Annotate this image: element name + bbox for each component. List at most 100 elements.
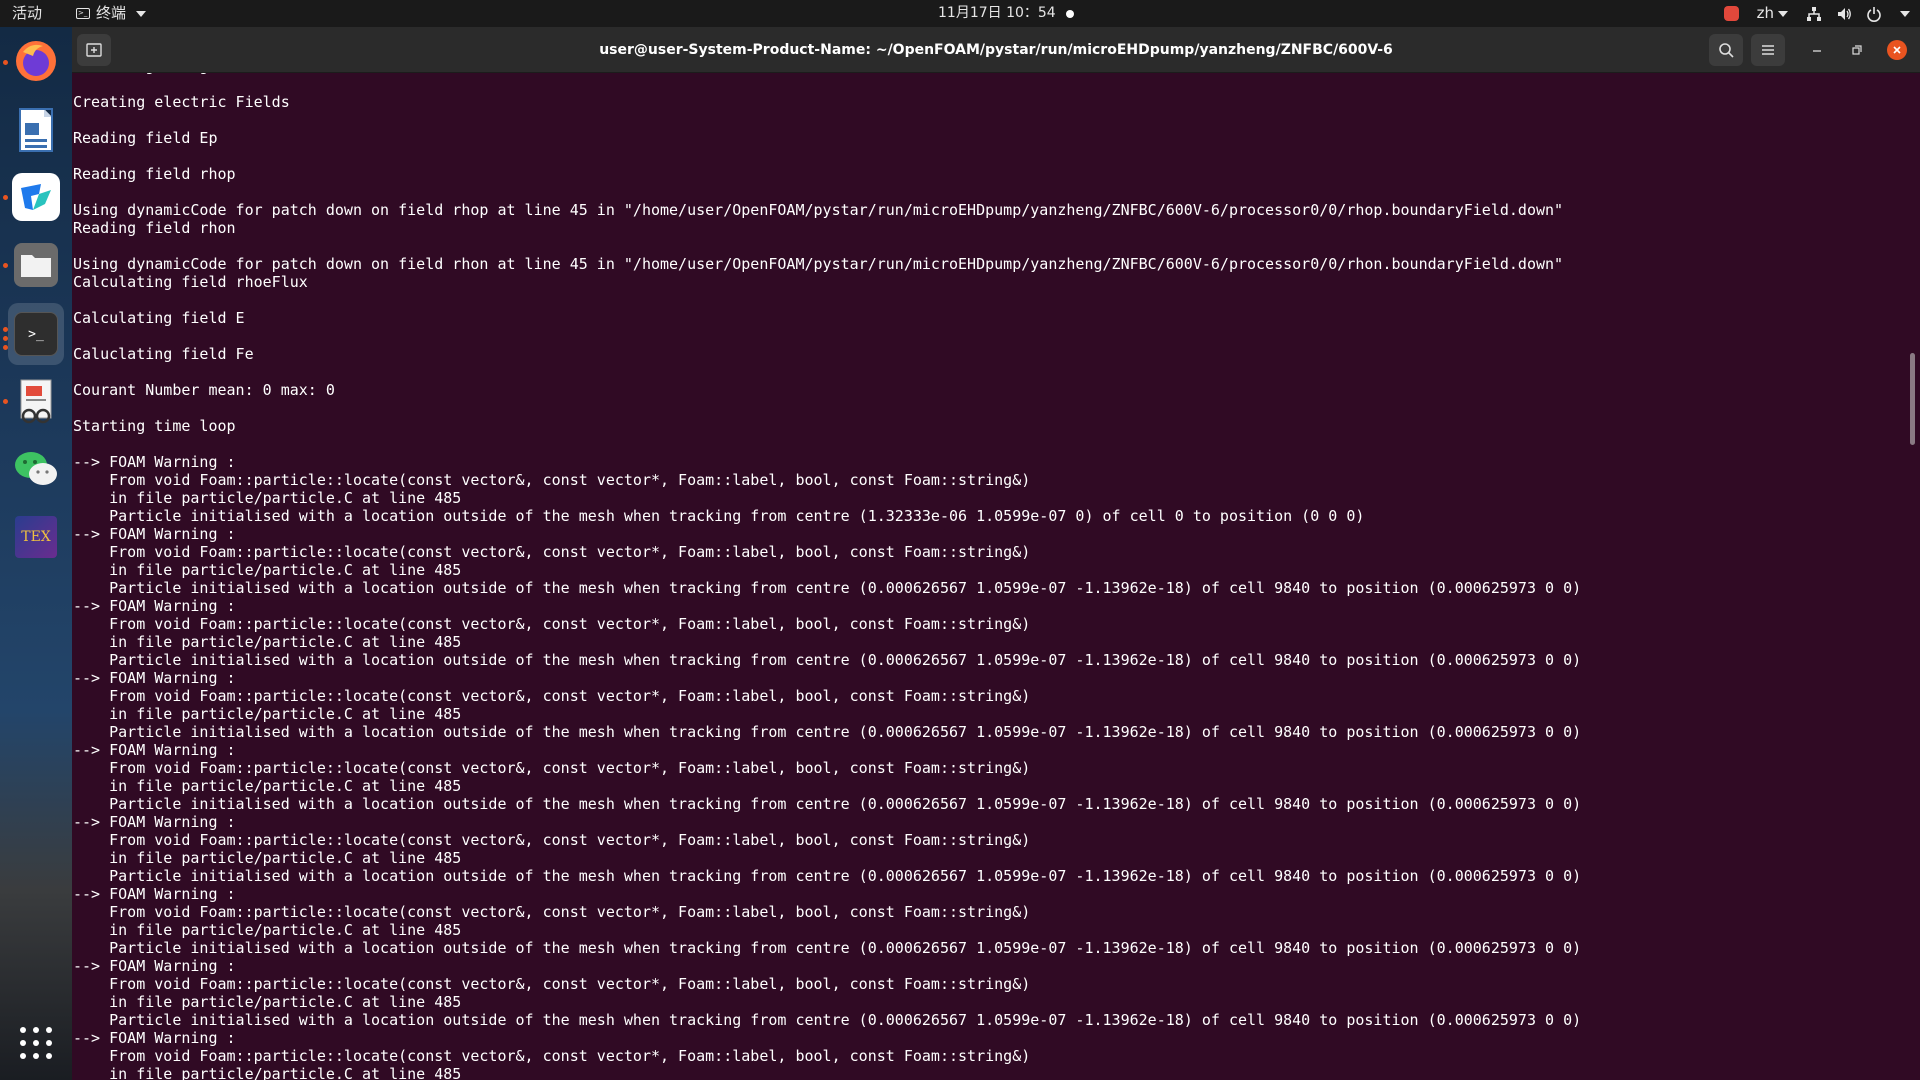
close-button[interactable] xyxy=(1887,40,1907,60)
show-apps-grid-icon[interactable] xyxy=(20,1027,52,1059)
tex-icon: TEX xyxy=(15,516,57,558)
terminal-line: ating charge fields xyxy=(73,73,281,75)
search-button[interactable] xyxy=(1709,34,1743,66)
terminal-small-icon: >_ xyxy=(76,8,90,19)
dock-item-wechat[interactable] xyxy=(8,441,64,497)
datetime-label: 11月17日 10：54 xyxy=(938,5,1056,21)
activities-button[interactable]: 活动 xyxy=(12,0,42,27)
terminal-line: From void Foam::particle::locate(const v… xyxy=(109,975,1031,993)
chevron-down-icon xyxy=(1778,10,1788,17)
scrollbar-thumb[interactable] xyxy=(1910,353,1915,445)
terminal-line: --> FOAM Warning : xyxy=(73,597,236,615)
terminal-line: From void Foam::particle::locate(const v… xyxy=(109,687,1031,705)
top-bar: 活动 >_ 终端 11月17日 10：54 zh xyxy=(0,0,1920,27)
hamburger-menu-icon xyxy=(1762,45,1774,55)
new-tab-button[interactable] xyxy=(77,34,111,66)
libreoffice-writer-icon xyxy=(19,108,53,152)
dock-item-writer[interactable] xyxy=(8,102,64,158)
firefox-icon xyxy=(16,41,56,81)
terminal-line: Particle initialised with a location out… xyxy=(109,867,1582,885)
terminal-line: Calculating field E xyxy=(73,309,245,327)
terminal-line: --> FOAM Warning : xyxy=(73,885,236,903)
terminal-line: --> FOAM Warning : xyxy=(73,741,236,759)
terminal-line: From void Foam::particle::locate(const v… xyxy=(109,1047,1031,1065)
window-headerbar: user@user-System-Product-Name: ~/OpenFOA… xyxy=(72,27,1920,73)
system-tray: zh xyxy=(1723,0,1910,27)
dock-item-feishu[interactable] xyxy=(8,169,64,225)
terminal-line: --> FOAM Warning : xyxy=(73,813,236,831)
terminal-line: in file particle/particle.C at line 485 xyxy=(109,489,462,507)
restore-icon xyxy=(1852,45,1862,55)
terminal-line: Calculating field rhoeFlux xyxy=(73,273,308,291)
terminal-line: Particle initialised with a location out… xyxy=(109,651,1582,669)
clock[interactable]: 11月17日 10：54 xyxy=(938,0,1074,27)
dock-item-texstudio[interactable]: TEX xyxy=(8,509,64,565)
feishu-icon xyxy=(12,173,60,221)
terminal-line: in file particle/particle.C at line 485 xyxy=(109,633,462,651)
terminal-line: From void Foam::particle::locate(const v… xyxy=(109,471,1031,489)
terminal-line: Reading field Ep xyxy=(73,129,218,147)
terminal-line: in file particle/particle.C at line 485 xyxy=(109,777,462,795)
terminal-window: user@user-System-Product-Name: ~/OpenFOA… xyxy=(72,27,1920,1080)
terminal-line: Starting time loop xyxy=(73,417,236,435)
dock-item-files[interactable] xyxy=(8,237,64,293)
terminal-line: in file particle/particle.C at line 485 xyxy=(109,849,462,867)
terminal-line: From void Foam::particle::locate(const v… xyxy=(109,759,1031,777)
terminal-line: Using dynamicCode for patch down on fiel… xyxy=(73,201,1564,219)
terminal-line: Particle initialised with a location out… xyxy=(109,579,1582,597)
network-icon xyxy=(1807,6,1821,21)
terminal-line: in file particle/particle.C at line 485 xyxy=(109,921,462,939)
power-icon xyxy=(1867,6,1881,22)
tex-label: TEX xyxy=(21,529,51,545)
terminal-line: --> FOAM Warning : xyxy=(73,525,236,543)
language-selector[interactable]: zh xyxy=(1757,0,1788,27)
terminal-line: From void Foam::particle::locate(const v… xyxy=(109,831,1031,849)
terminal-line: From void Foam::particle::locate(const v… xyxy=(109,543,1031,561)
terminal-line: in file particle/particle.C at line 485 xyxy=(109,1065,462,1080)
terminal-line: Particle initialised with a location out… xyxy=(109,507,1365,525)
input-method-icon[interactable] xyxy=(1723,6,1739,21)
minimize-button[interactable] xyxy=(1807,40,1827,60)
terminal-line: in file particle/particle.C at line 485 xyxy=(109,705,462,723)
chevron-down-icon xyxy=(1900,10,1910,17)
terminal-output[interactable]: ating charge fields Creating electric Fi… xyxy=(72,73,1920,1080)
menu-button[interactable] xyxy=(1751,34,1785,66)
app-menu-label: 终端 xyxy=(96,4,127,22)
terminal-line: Creating electric Fields xyxy=(73,93,290,111)
terminal-icon: >_ xyxy=(14,312,58,356)
volume-icon xyxy=(1838,7,1851,20)
terminal-line: --> FOAM Warning : xyxy=(73,453,236,471)
new-tab-icon xyxy=(86,43,102,57)
terminal-text: ating charge fields Creating electric Fi… xyxy=(73,73,1581,1080)
close-icon xyxy=(1893,46,1901,54)
terminal-line: in file particle/particle.C at line 485 xyxy=(109,561,462,579)
terminal-line: From void Foam::particle::locate(const v… xyxy=(109,615,1031,633)
terminal-line: --> FOAM Warning : xyxy=(73,1029,236,1047)
terminal-line: Reading field rhop xyxy=(73,165,236,183)
terminal-line: Particle initialised with a location out… xyxy=(109,1011,1582,1029)
terminal-line: Using dynamicCode for patch down on fiel… xyxy=(73,255,1564,273)
terminal-line: --> FOAM Warning : xyxy=(73,669,236,687)
system-menu[interactable] xyxy=(1806,6,1910,22)
terminal-line: --> FOAM Warning : xyxy=(73,957,236,975)
dock: >_ TEX xyxy=(0,27,72,1080)
terminal-line: Caluclating field Fe xyxy=(73,345,254,363)
minimize-icon xyxy=(1813,50,1821,52)
search-icon xyxy=(1719,43,1734,58)
dock-item-document-viewer[interactable] xyxy=(8,373,64,429)
document-viewer-icon xyxy=(20,379,52,424)
language-label: zh xyxy=(1756,4,1774,22)
window-title: user@user-System-Product-Name: ~/OpenFOA… xyxy=(599,42,1393,58)
notification-dot-icon xyxy=(1065,9,1074,18)
terminal-line: From void Foam::particle::locate(const v… xyxy=(109,903,1031,921)
app-menu[interactable]: >_ 终端 xyxy=(76,0,147,27)
restore-button[interactable] xyxy=(1847,40,1867,60)
chevron-down-icon xyxy=(136,10,147,17)
terminal-line: Particle initialised with a location out… xyxy=(109,723,1582,741)
terminal-line: Reading field rhon xyxy=(73,219,236,237)
dock-item-terminal[interactable]: >_ xyxy=(8,303,64,365)
terminal-line: Particle initialised with a location out… xyxy=(109,939,1582,957)
terminal-line: in file particle/particle.C at line 485 xyxy=(109,993,462,1011)
dock-item-firefox[interactable] xyxy=(8,33,64,89)
terminal-line: Particle initialised with a location out… xyxy=(109,795,1582,813)
